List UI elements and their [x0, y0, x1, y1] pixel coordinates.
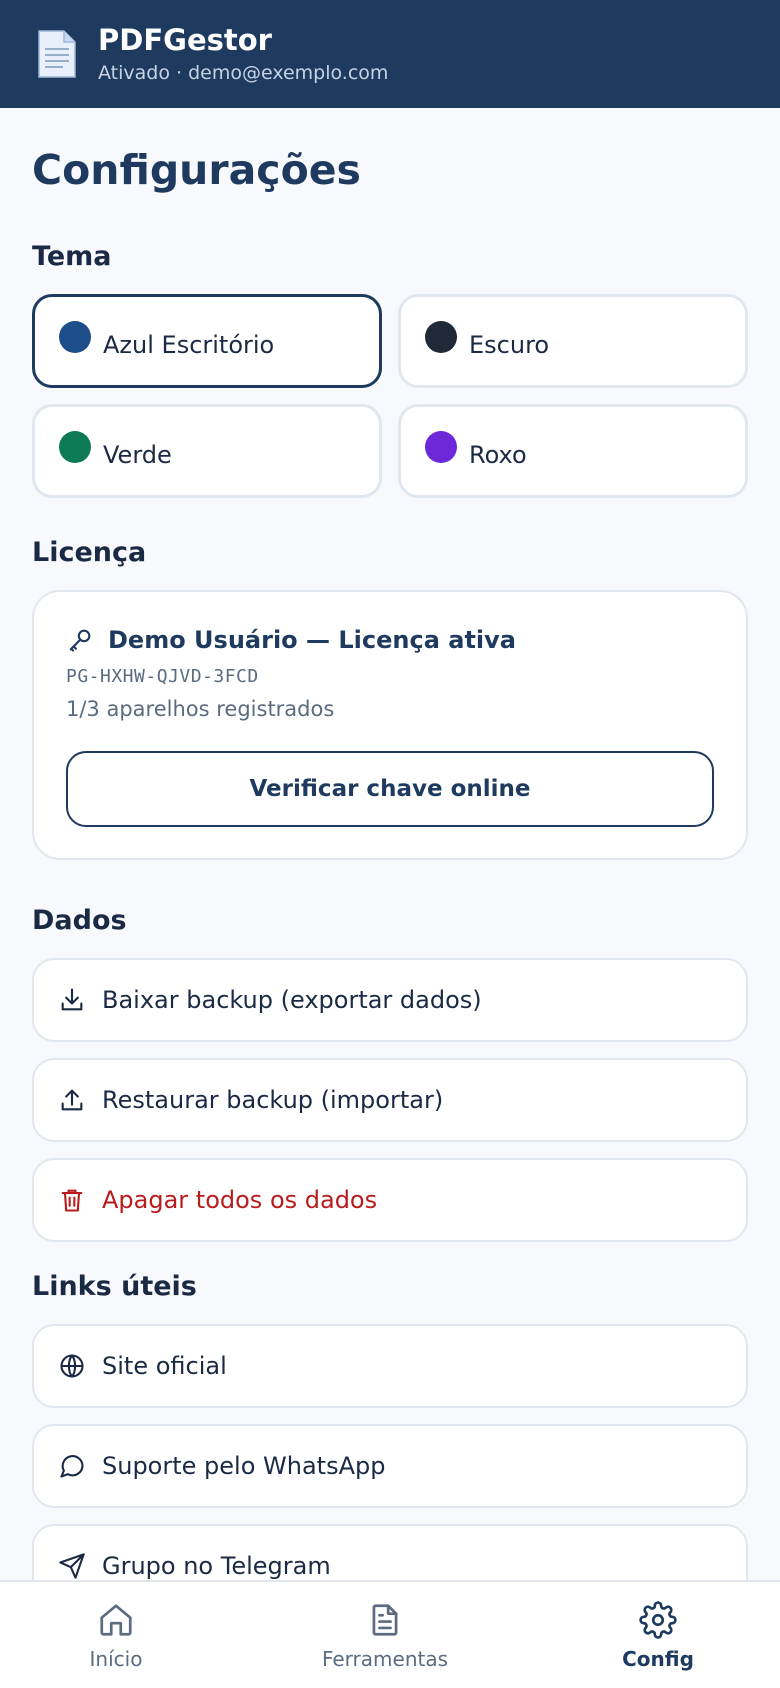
import-backup-button[interactable]: Restaurar backup (importar)	[32, 1058, 748, 1142]
data-section-title: Dados	[32, 905, 127, 936]
theme-section-title: Tema	[32, 241, 112, 272]
page-title: Configurações	[32, 146, 361, 194]
theme-option-escuro[interactable]: Escuro	[398, 294, 748, 388]
nav-item-inicio[interactable]: Início	[56, 1582, 176, 1688]
delete-all-data-button[interactable]: Apagar todos os dados	[32, 1158, 748, 1242]
nav-item-ferramentas[interactable]: Ferramentas	[305, 1582, 465, 1688]
theme-option-roxo[interactable]: Roxo	[398, 404, 748, 498]
action-label: Grupo no Telegram	[102, 1552, 331, 1580]
whatsapp-support-link[interactable]: Suporte pelo WhatsApp	[32, 1424, 748, 1508]
links-section-title: Links úteis	[32, 1271, 197, 1302]
upload-icon	[61, 1089, 83, 1111]
registered-devices: 1/3 aparelhos registrados	[66, 697, 335, 721]
key-icon	[69, 629, 91, 652]
action-label: Site oficial	[102, 1352, 227, 1380]
trash-icon	[61, 1189, 83, 1212]
theme-options: Azul Escritório Escuro Verde Roxo	[32, 294, 748, 498]
nav-item-config[interactable]: Config	[598, 1582, 718, 1688]
license-section-title: Licença	[32, 537, 147, 568]
theme-option-verde[interactable]: Verde	[32, 404, 382, 498]
nav-label: Ferramentas	[321, 1647, 449, 1671]
theme-label: Verde	[103, 441, 172, 469]
theme-label: Roxo	[469, 441, 527, 469]
home-icon	[100, 1604, 132, 1636]
gear-icon	[639, 1601, 677, 1639]
color-swatch	[425, 431, 457, 463]
theme-label: Azul Escritório	[103, 331, 275, 359]
telegram-group-link[interactable]: Grupo no Telegram	[32, 1524, 748, 1580]
verify-key-button[interactable]: Verificar chave online	[66, 751, 714, 827]
settings-content[interactable]: Configurações Tema Azul Escritório Escur…	[0, 108, 780, 1580]
nav-label: Início	[89, 1647, 143, 1671]
action-label: Restaurar backup (importar)	[102, 1086, 444, 1114]
action-label: Suporte pelo WhatsApp	[102, 1452, 386, 1480]
color-swatch	[59, 321, 91, 353]
useful-links: Site oficial Suporte pelo WhatsApp Grupo…	[32, 1324, 748, 1580]
action-label: Apagar todos os dados	[102, 1186, 378, 1214]
export-backup-button[interactable]: Baixar backup (exportar dados)	[32, 958, 748, 1042]
send-icon	[59, 1553, 85, 1579]
official-site-link[interactable]: Site oficial	[32, 1324, 748, 1408]
globe-icon	[60, 1354, 84, 1378]
theme-option-azul[interactable]: Azul Escritório	[32, 294, 382, 388]
color-swatch	[425, 321, 457, 353]
nav-label: Config	[622, 1647, 694, 1671]
data-actions: Baixar backup (exportar dados) Restaurar…	[32, 958, 748, 1242]
color-swatch	[59, 431, 91, 463]
bottom-navigation: Início Ferramentas Config	[0, 1580, 780, 1688]
file-text-icon	[372, 1604, 398, 1636]
theme-label: Escuro	[469, 331, 550, 359]
document-icon	[38, 30, 76, 78]
activation-status: Ativado · demo@exemplo.com	[98, 62, 389, 84]
license-holder: Demo Usuário — Licença ativa	[108, 626, 516, 654]
chat-icon	[60, 1455, 84, 1478]
app-title: PDFGestor	[98, 23, 272, 57]
action-label: Baixar backup (exportar dados)	[102, 986, 482, 1014]
download-icon	[61, 988, 83, 1011]
license-key: PG-HXHW-QJVD-3FCD	[66, 666, 259, 687]
app-header: PDFGestor Ativado · demo@exemplo.com	[0, 0, 780, 108]
license-card: Demo Usuário — Licença ativa PG-HXHW-QJV…	[32, 590, 748, 860]
